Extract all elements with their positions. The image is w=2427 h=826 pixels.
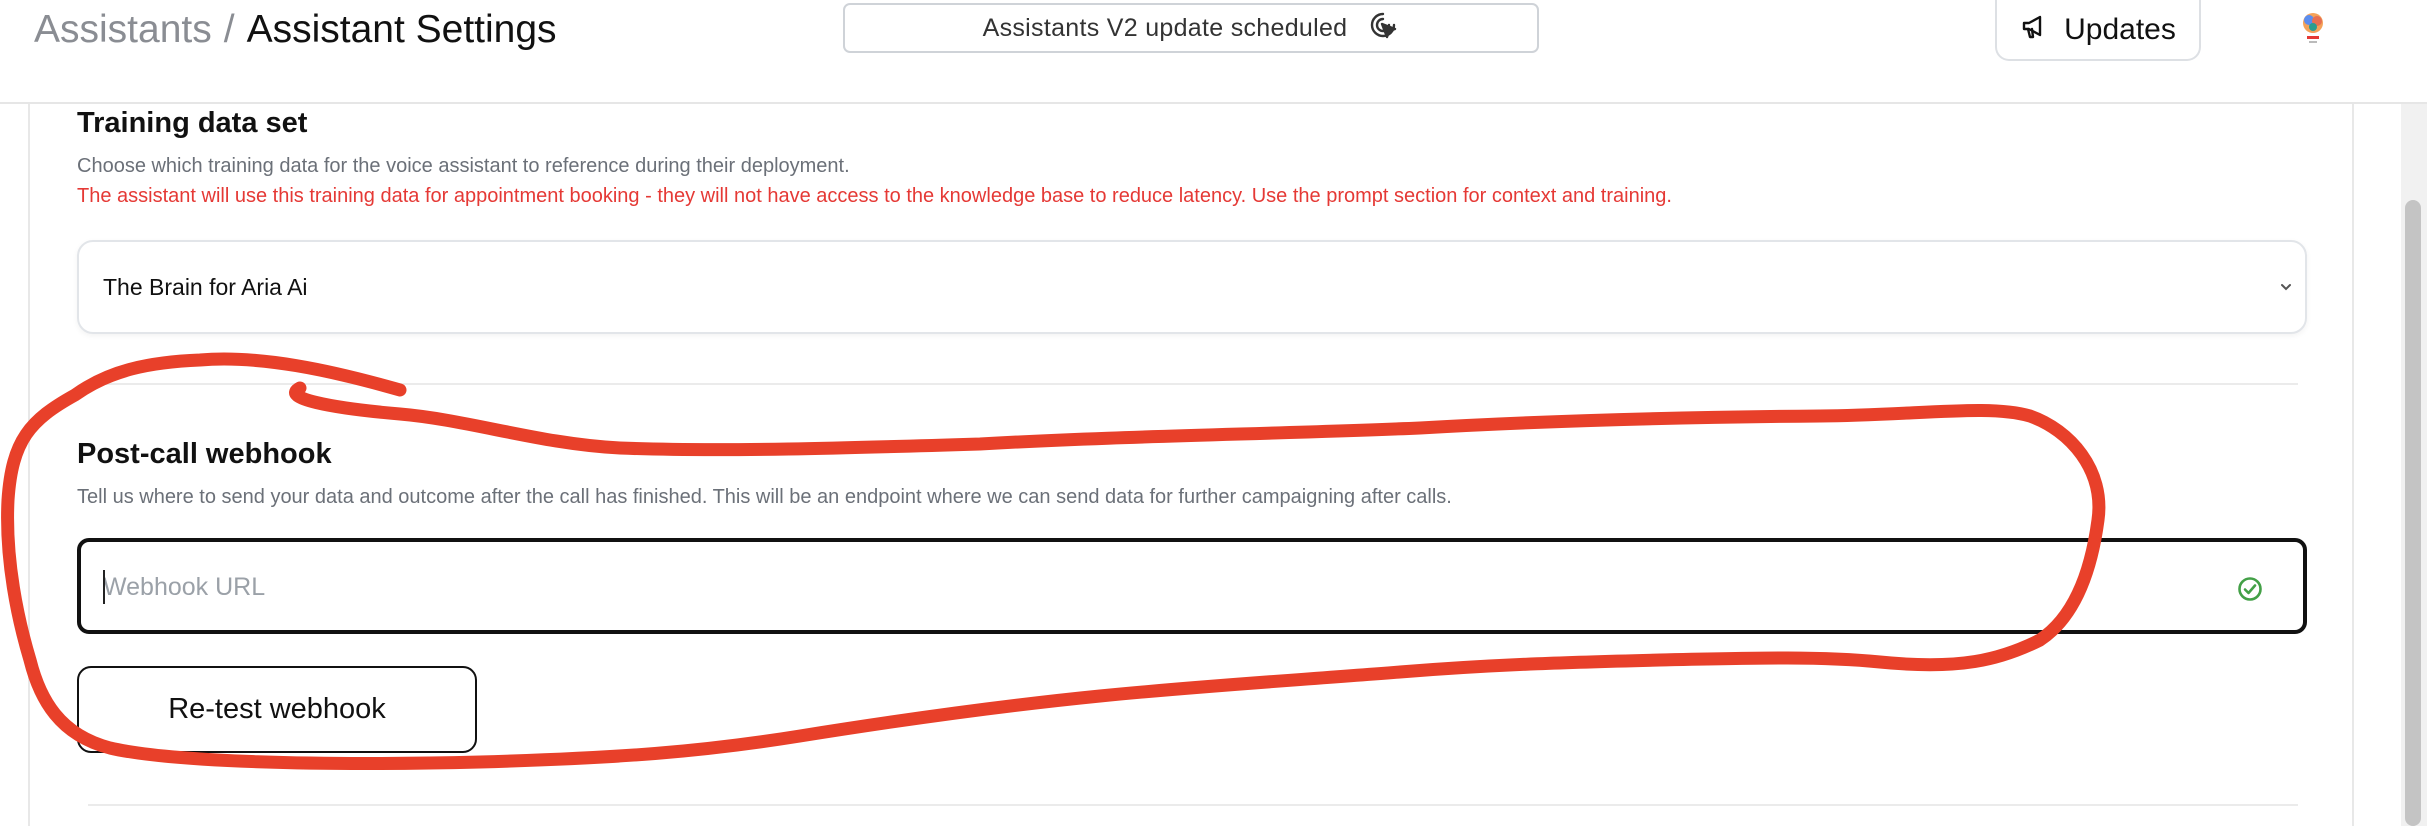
training-data-select[interactable]: The Brain for Aria Ai [77,240,2307,334]
section-divider [88,383,2298,385]
section-divider [88,804,2298,806]
training-description: Choose which training data for the voice… [77,155,850,177]
webhook-url-input[interactable] [103,568,2203,606]
page-title: Assistant Settings [246,8,557,51]
breadcrumb-assistants[interactable]: Assistants [34,8,212,51]
chevron-down-icon [2277,278,2295,296]
training-data-selected: The Brain for Aria Ai [103,274,308,300]
webhook-description: Tell us where to send your data and outc… [77,486,1452,508]
training-warning: The assistant will use this training dat… [77,185,1672,207]
webhook-section-title: Post-call webhook [77,438,332,470]
webhook-url-field[interactable] [77,538,2307,634]
text-caret [103,570,105,604]
notice-text: Assistants V2 update scheduled [982,13,1348,42]
breadcrumb-separator: / [223,8,235,51]
training-section-title: Training data set [77,107,308,139]
updates-label: Updates [2064,12,2176,46]
breadcrumb: Assistants / Assistant Settings [34,6,557,54]
megaphone-icon [2020,11,2050,49]
update-notice-banner[interactable]: Assistants V2 update scheduled [843,3,1539,53]
updates-button[interactable]: Updates [1995,0,2201,61]
check-circle-icon [2237,576,2263,602]
scrollbar-thumb[interactable] [2405,200,2421,826]
retest-webhook-button[interactable]: Re-test webhook [77,666,477,753]
cursor-click-icon [1367,9,1399,48]
avatar[interactable] [2298,10,2328,46]
top-header: Assistants / Assistant Settings Assistants… [0,0,2427,104]
